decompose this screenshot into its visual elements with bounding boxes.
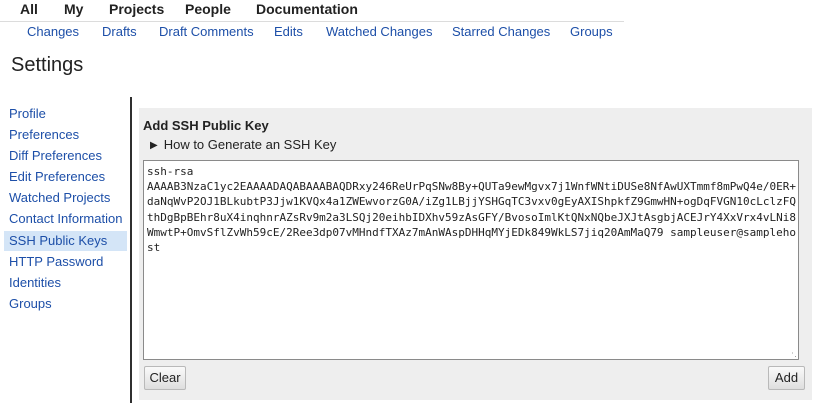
subnav-drafts[interactable]: Drafts (102, 24, 137, 39)
page-title: Settings (11, 54, 84, 76)
subnav-watched-changes[interactable]: Watched Changes (326, 24, 432, 39)
ssh-key-input[interactable]: ssh-rsa AAAAB3NzaC1yc2EAAAADAQABAAABAQDR… (143, 160, 799, 360)
sidebar-item-watched-projects[interactable]: Watched Projects (4, 188, 127, 208)
nav-my[interactable]: My (64, 1, 83, 17)
sidebar-item-preferences[interactable]: Preferences (4, 125, 127, 145)
subnav-starred-changes[interactable]: Starred Changes (452, 24, 550, 39)
resize-grip-icon[interactable]: ⋱ (791, 351, 800, 362)
sidebar-item-http-password[interactable]: HTTP Password (4, 252, 127, 272)
sidebar-item-identities[interactable]: Identities (4, 273, 127, 293)
sidebar-divider (130, 97, 132, 403)
nav-people[interactable]: People (185, 1, 231, 17)
panel-title: Add SSH Public Key (143, 118, 269, 133)
subnav-draft-comments[interactable]: Draft Comments (159, 24, 254, 39)
sidebar-item-edit-preferences[interactable]: Edit Preferences (4, 167, 127, 187)
disclosure-triangle-icon: ▶ (150, 140, 158, 151)
nav-projects[interactable]: Projects (109, 1, 164, 17)
subnav-edits[interactable]: Edits (274, 24, 303, 39)
clear-button[interactable]: Clear (144, 366, 186, 390)
sidebar-item-groups[interactable]: Groups (4, 294, 127, 314)
nav-all[interactable]: All (20, 1, 38, 17)
subnav-groups[interactable]: Groups (570, 24, 613, 39)
add-ssh-key-panel: Add SSH Public Key ▶ How to Generate an S… (139, 108, 812, 400)
disclosure-label: How to Generate an SSH Key (163, 137, 337, 152)
sidebar-item-contact-information[interactable]: Contact Information (4, 209, 127, 229)
add-button[interactable]: Add (768, 366, 805, 390)
nav-documentation[interactable]: Documentation (256, 1, 358, 17)
sidebar-item-diff-preferences[interactable]: Diff Preferences (4, 146, 127, 166)
how-to-generate-disclosure[interactable]: ▶ How to Generate an SSH Key (150, 137, 336, 152)
sidebar-item-ssh-public-keys[interactable]: SSH Public Keys (4, 231, 127, 251)
sidebar-item-profile[interactable]: Profile (4, 104, 127, 124)
top-nav: All My Projects People Documentation (0, 0, 624, 22)
subnav-changes[interactable]: Changes (27, 24, 79, 39)
